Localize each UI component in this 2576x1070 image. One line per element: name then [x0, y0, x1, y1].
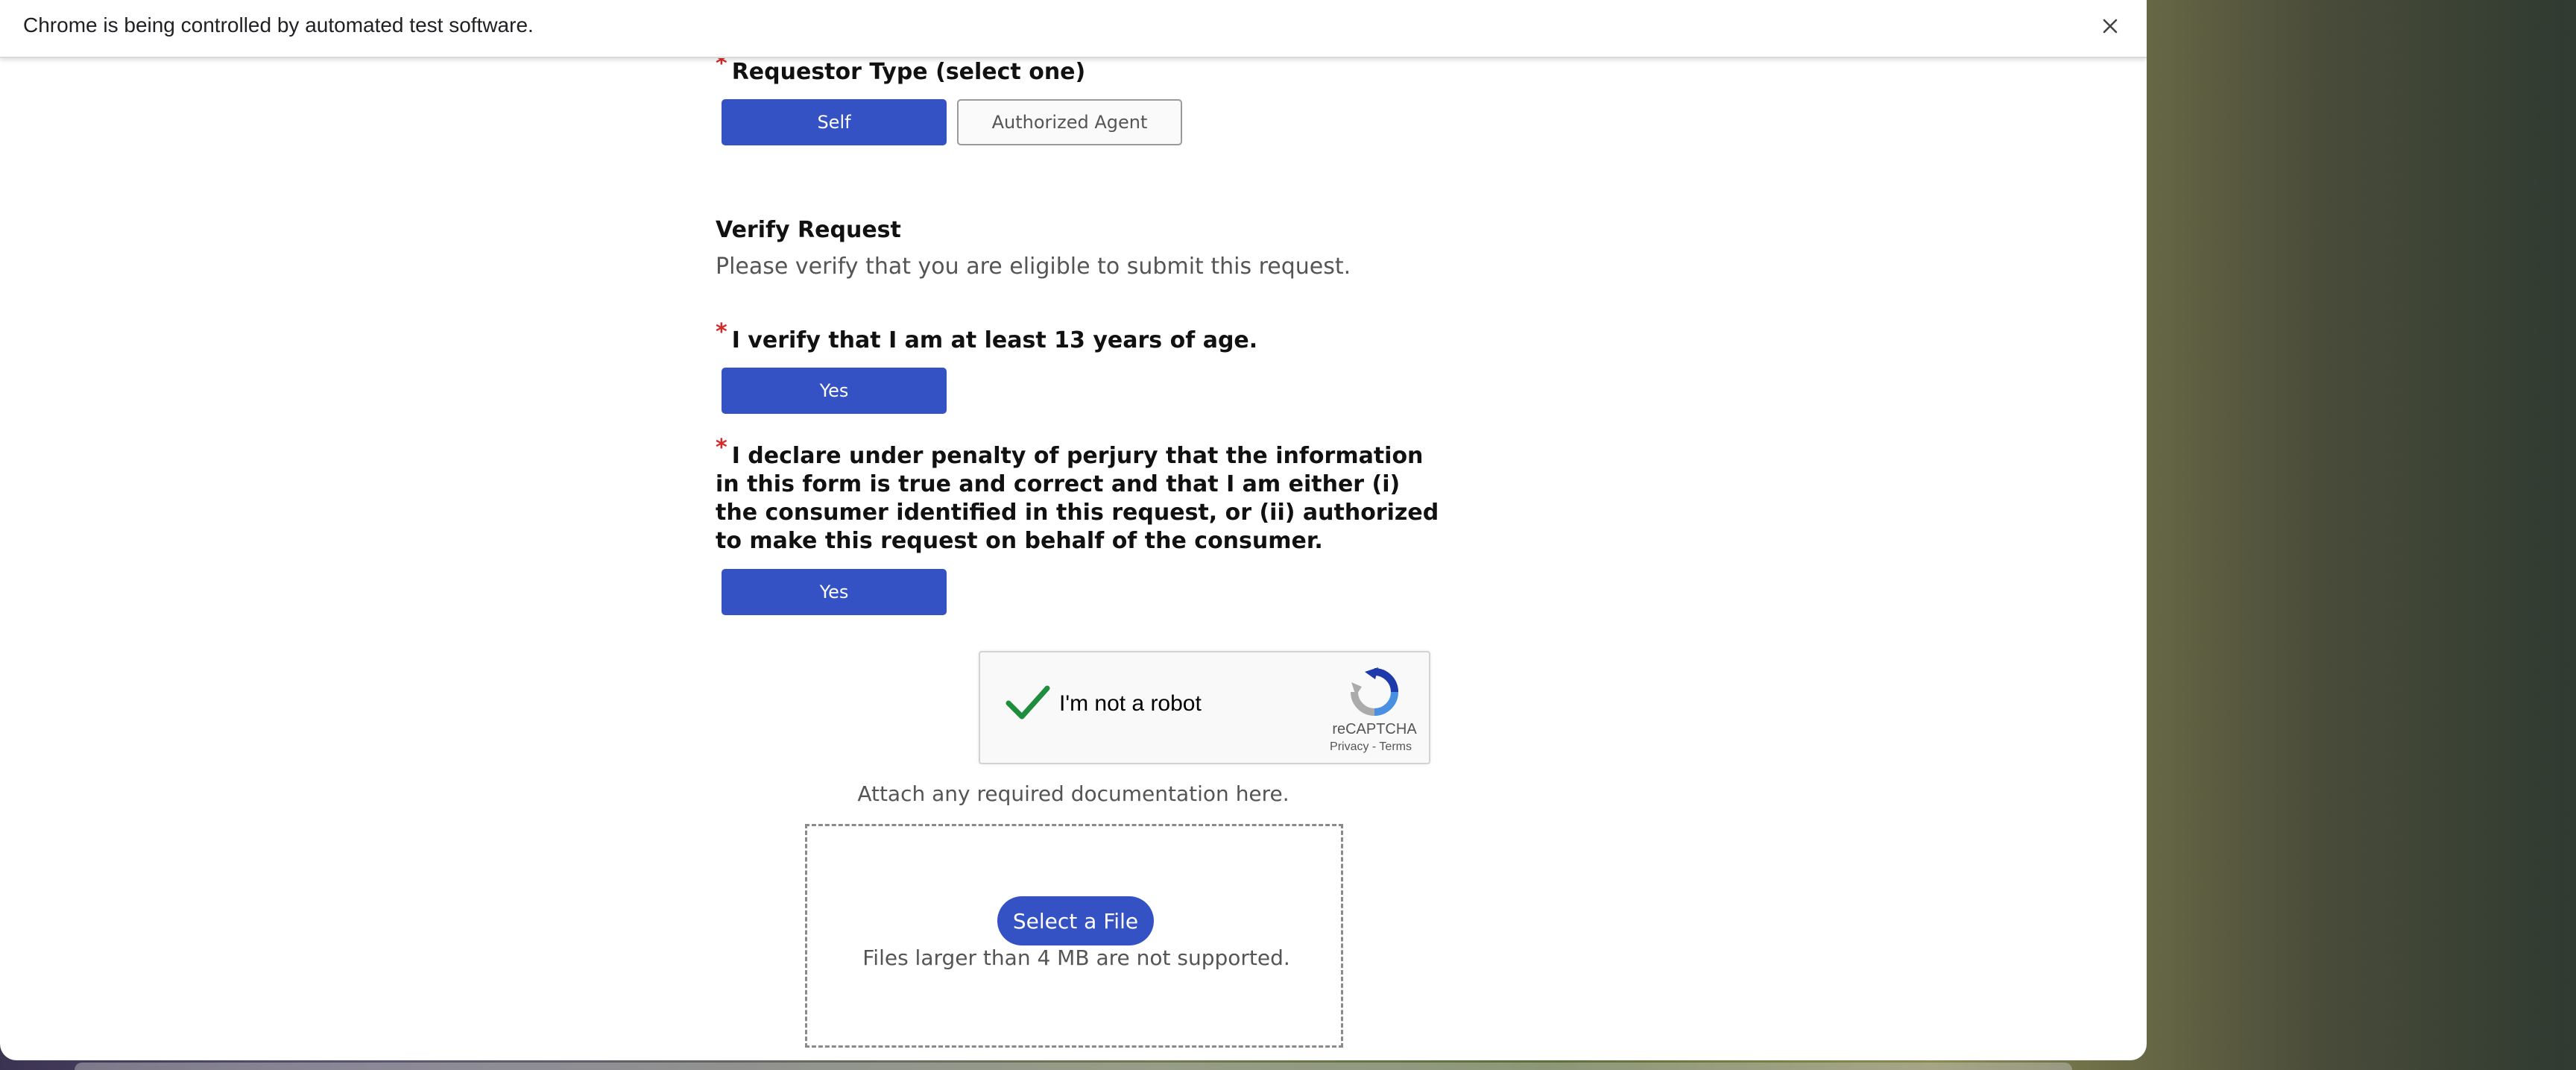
perjury-question-label: * I declare under penalty of perjury that… — [716, 437, 1446, 556]
file-dropzone[interactable]: Select a File Files larger than 4 MB are… — [805, 824, 1343, 1048]
close-icon[interactable] — [2096, 12, 2124, 40]
age-yes-button[interactable]: Yes — [722, 368, 947, 414]
recaptcha-links[interactable]: Privacy - Terms — [1311, 740, 1430, 754]
checkmark-icon — [1006, 685, 1050, 720]
select-file-button[interactable]: Select a File — [997, 896, 1154, 945]
dock-area — [75, 1063, 2072, 1070]
verify-request-title: Verify Request — [716, 217, 901, 243]
perjury-question-text: I declare under penalty of perjury that … — [716, 443, 1439, 554]
verify-request-description: Please verify that you are eligible to s… — [716, 254, 1351, 280]
age-question-text: I verify that I am at least 13 years of … — [731, 327, 1258, 353]
recaptcha-logo-icon — [1348, 666, 1401, 718]
recaptcha-label: I'm not a robot — [1059, 691, 1202, 716]
recaptcha-checkbox[interactable] — [1004, 682, 1052, 724]
automation-infobar: Chrome is being controlled by automated … — [0, 0, 2147, 58]
perjury-yes-button[interactable]: Yes — [722, 569, 947, 615]
requestor-self-button[interactable]: Self — [722, 99, 947, 145]
recaptcha-widget: I'm not a robot reCAPTCHA Privacy - Term… — [979, 651, 1430, 764]
required-mark: * — [716, 435, 727, 461]
requestor-type-text: Requestor Type (select one) — [731, 59, 1086, 85]
requestor-authorized-agent-button[interactable]: Authorized Agent — [957, 99, 1182, 145]
requestor-type-label: * Requestor Type (select one) — [716, 53, 1086, 86]
age-question-label: * I verify that I am at least 13 years of… — [716, 321, 1258, 355]
infobar-message: Chrome is being controlled by automated … — [23, 13, 534, 37]
required-mark: * — [716, 319, 727, 345]
file-size-note: Files larger than 4 MB are not supported… — [862, 945, 1290, 970]
attach-label: Attach any required documentation here. — [857, 781, 1289, 806]
recaptcha-brand: reCAPTCHA — [1332, 721, 1417, 737]
browser-window: Chrome is being controlled by automated … — [0, 0, 2147, 1060]
